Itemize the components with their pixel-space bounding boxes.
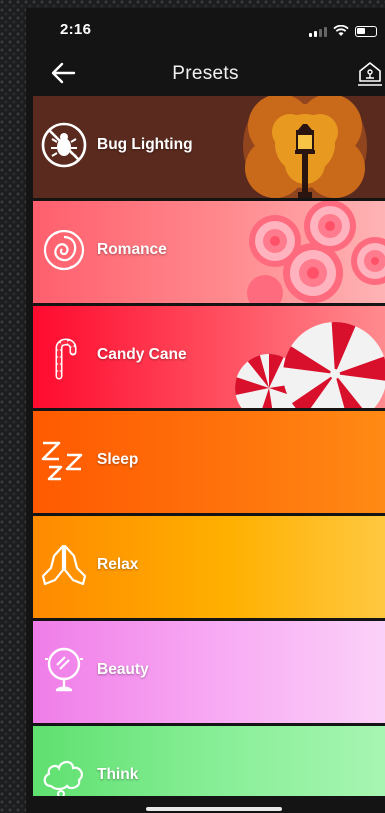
- status-time: 2:16: [60, 21, 92, 38]
- preset-label: Candy Cane: [97, 346, 187, 363]
- page-title: Presets: [172, 63, 239, 84]
- rose-icon: [43, 229, 85, 271]
- preset-label: Think: [97, 766, 139, 783]
- preset-sleep[interactable]: Sleep: [33, 411, 385, 513]
- nav-bar: Presets: [26, 52, 385, 98]
- praying-hands-icon: [41, 544, 87, 586]
- bug-icon: [41, 122, 87, 168]
- status-bar: 2:16: [26, 8, 385, 52]
- preset-label: Beauty: [97, 661, 149, 678]
- preset-relax[interactable]: Relax: [33, 516, 385, 618]
- preset-label: Romance: [97, 241, 167, 258]
- preset-label: Bug Lighting: [97, 136, 193, 153]
- home-network-button[interactable]: [357, 60, 383, 88]
- preset-bug-lighting[interactable]: Bug Lighting: [33, 96, 385, 198]
- peppermint-candies-illustration: [235, 322, 385, 408]
- preset-label: Relax: [97, 556, 139, 573]
- signal-icon: [309, 27, 327, 37]
- candy-cane-icon: [55, 338, 77, 380]
- thought-bubble-icon: [43, 760, 83, 796]
- mirror-icon: [45, 647, 83, 692]
- roses-illustration: [247, 201, 385, 303]
- phone-screen: 2:16 Presets Bug Lighting Romance Candy …: [26, 8, 385, 813]
- preset-think[interactable]: Think: [33, 726, 385, 796]
- preset-candy-cane[interactable]: Candy Cane: [33, 306, 385, 408]
- home-network-icon: [358, 62, 382, 86]
- zzz-icon: [41, 441, 83, 481]
- home-indicator: [146, 807, 282, 811]
- preset-list: Bug Lighting Romance Candy Cane Sleep Re…: [33, 96, 385, 799]
- status-icons: [309, 25, 377, 37]
- preset-romance[interactable]: Romance: [33, 201, 385, 303]
- battery-icon: [355, 26, 377, 37]
- wifi-icon: [333, 25, 349, 36]
- preset-beauty[interactable]: Beauty: [33, 621, 385, 723]
- preset-label: Sleep: [97, 451, 139, 468]
